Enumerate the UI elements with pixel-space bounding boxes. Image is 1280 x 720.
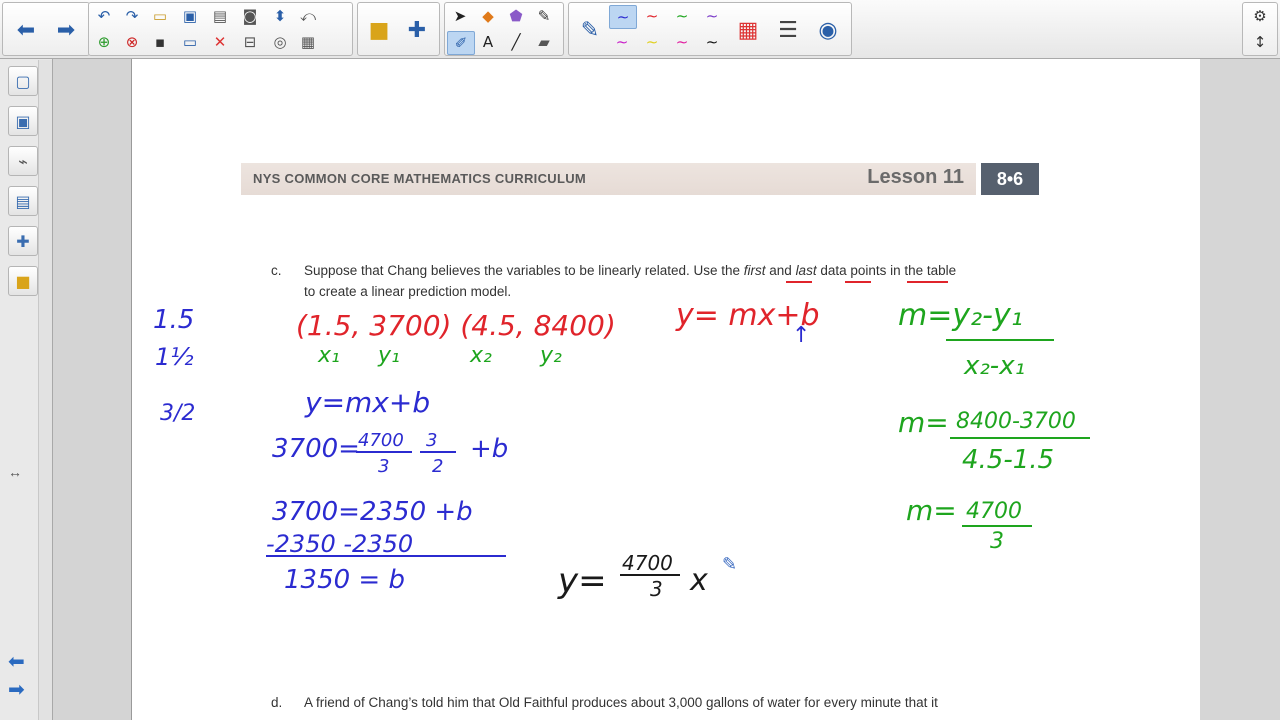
slope-formula-num: m=y₂-y₁ (898, 298, 1023, 333)
slope-sub-den: 4.5-1.5 (962, 445, 1054, 475)
result-b: 1350 = b (284, 565, 405, 595)
final-x: x (689, 563, 708, 598)
final-den: 3 (650, 577, 663, 601)
substitution-lhs: 3700= (272, 434, 360, 464)
label-x2: x₂ (469, 343, 492, 368)
substitution-num: 4700 (358, 430, 404, 451)
margin-1-5: 1.5 (153, 305, 194, 335)
slope-result-den: 3 (990, 529, 1004, 554)
slope-intercept-blue: y=mx+b (304, 386, 430, 419)
margin-1-half: 1½ (155, 343, 194, 371)
label-y2: y₂ (539, 343, 562, 368)
substitution-den: 3 (378, 456, 389, 477)
label-x1: x₁ (317, 343, 340, 368)
label-y1: y₁ (377, 343, 400, 368)
data-points: (1.5, 3700) (4.5, 8400) (296, 309, 616, 342)
frac2-num: 3 (426, 430, 437, 451)
slope-formula-den: x₂-x₁ (963, 351, 1025, 381)
slope-lhs-2: m= (906, 494, 957, 527)
slope-lhs-1: m= (898, 406, 949, 439)
step-3: -2350 -2350 (266, 530, 413, 558)
slope-result-num: 4700 (966, 499, 1022, 524)
slope-sub-num: 8400-3700 (956, 409, 1076, 434)
step-2: 3700=2350 +b (272, 497, 473, 527)
ink-layer: 1.5 1½ 3/2 (1.5, 3700) (4.5, 8400) x₁ y₁… (153, 281, 1090, 601)
pen-cursor-icon: ✎ (722, 554, 737, 575)
frac2-den: 2 (432, 456, 443, 477)
final-lhs: y= (557, 561, 607, 601)
substitution-rhs: +b (470, 434, 508, 464)
b-arrow: ↑ (792, 323, 810, 348)
margin-3-over-2: 3/2 (160, 401, 195, 426)
final-num: 4700 (622, 551, 673, 575)
